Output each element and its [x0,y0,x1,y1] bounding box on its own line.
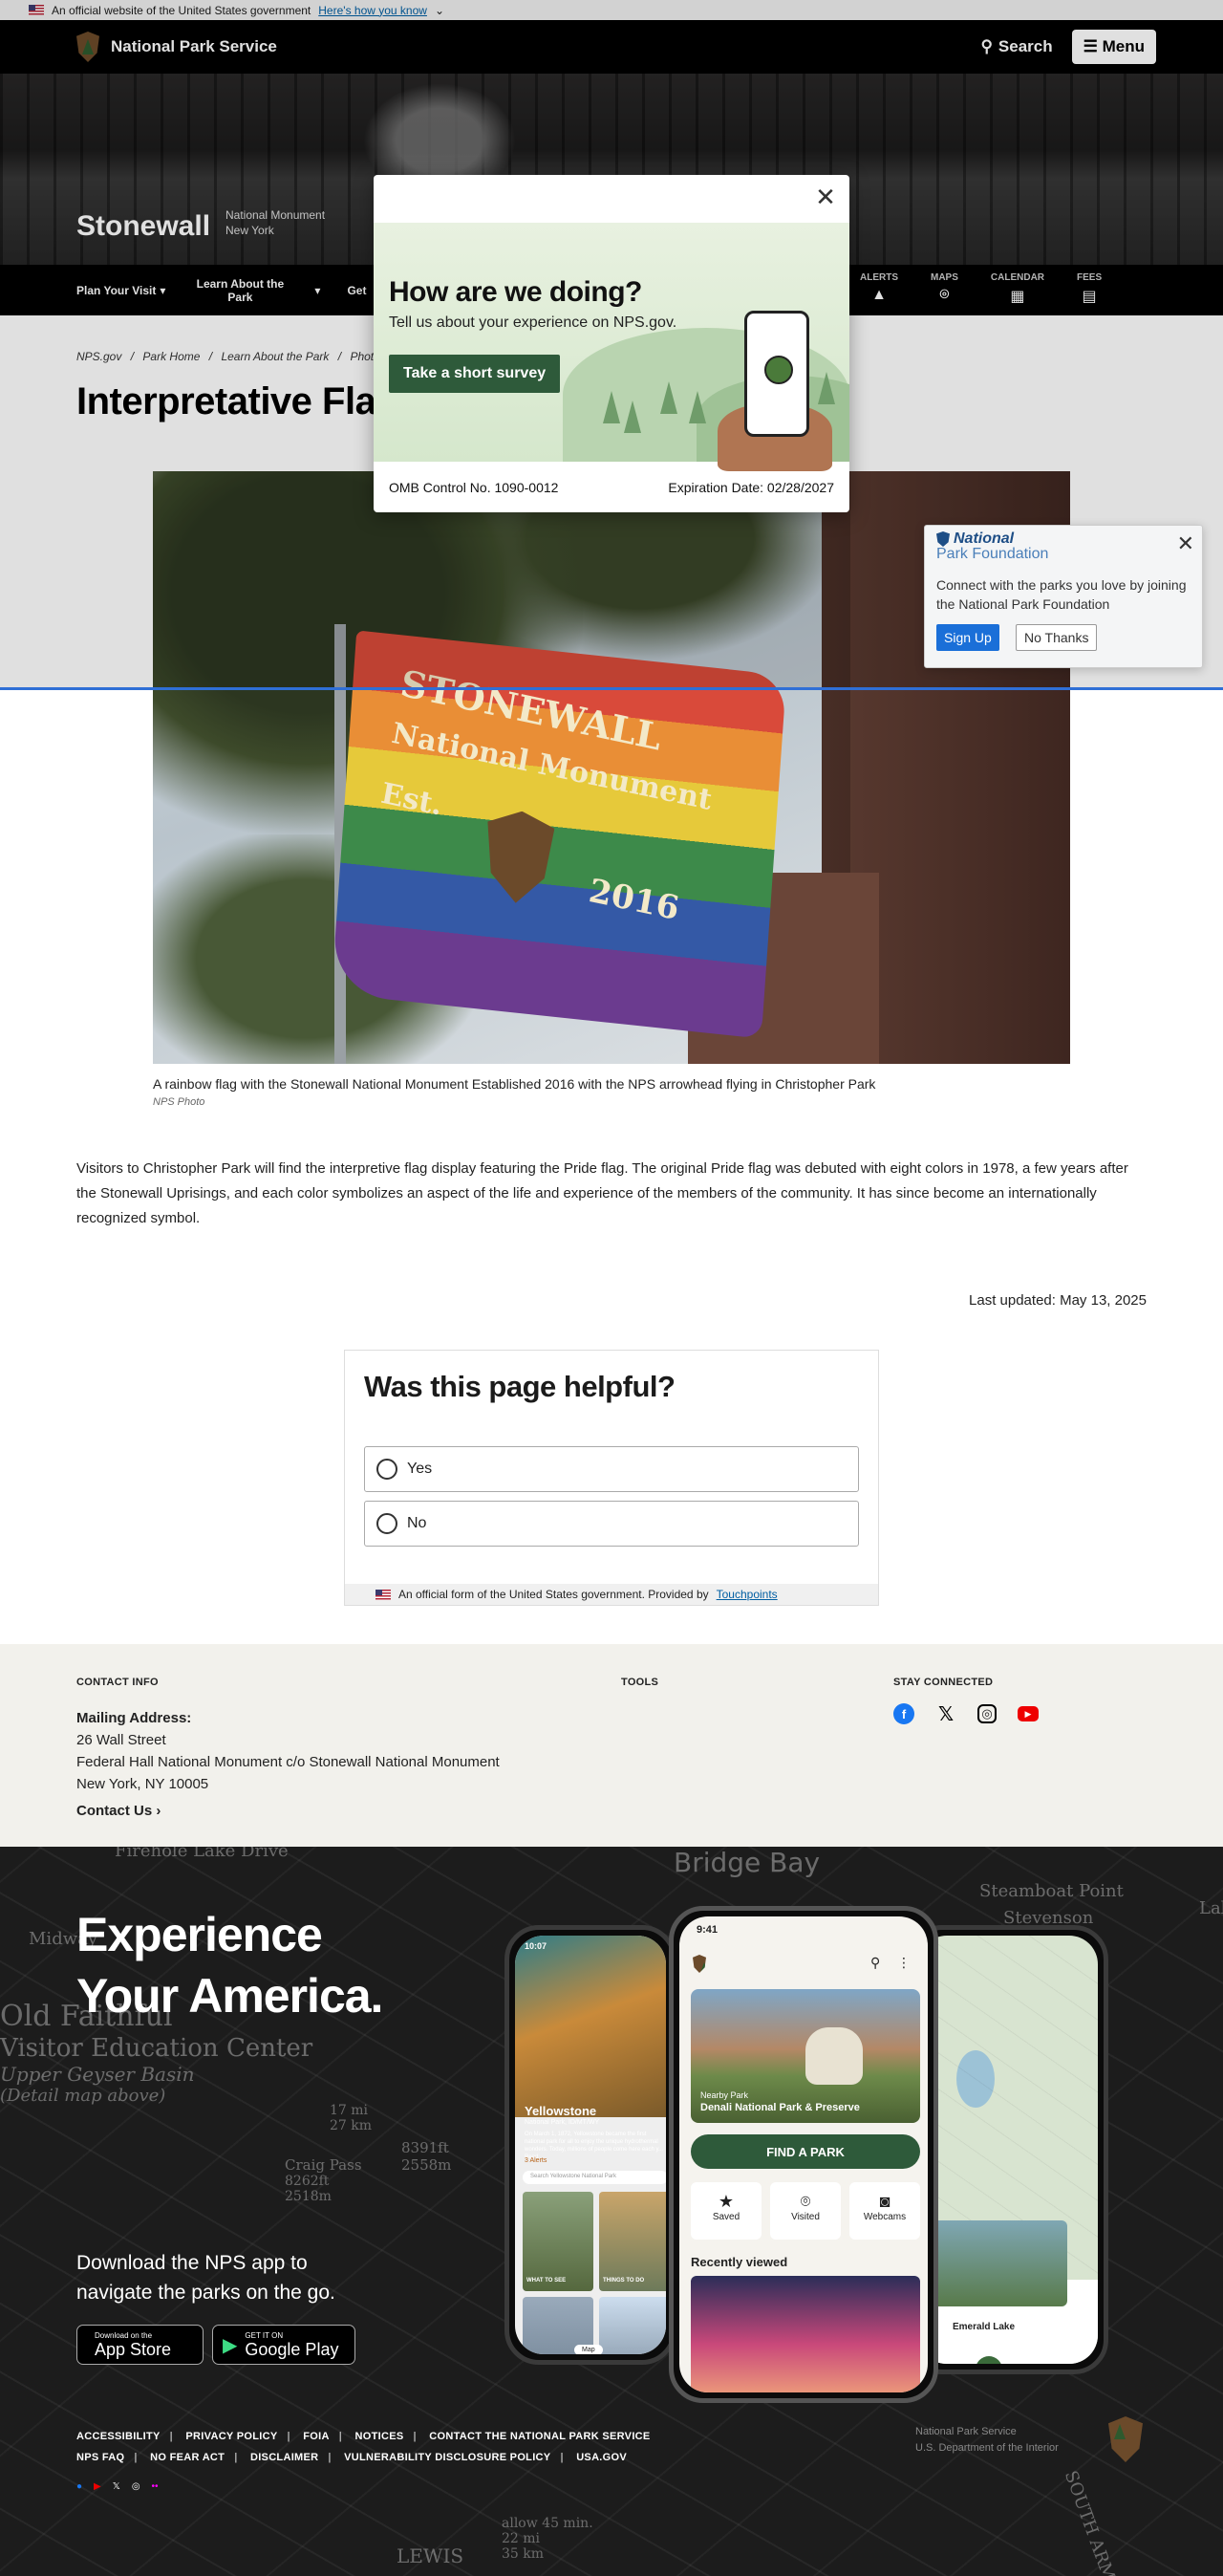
x-icon[interactable]: 𝕏 [113,2481,120,2492]
omb-control-number: OMB Control No. 1090-0012 [389,479,559,495]
photo-credit: NPS Photo [153,1096,205,1108]
notices-link[interactable]: NOTICES [354,2431,403,2442]
last-updated: Last updated: May 13, 2025 [969,1292,1147,1309]
npf-popup: National Park Foundation ✕ Connect with … [924,525,1203,668]
agency-info: National Park Service U.S. Department of … [915,2426,1059,2454]
nps-faq-link[interactable]: NPS FAQ [76,2452,124,2463]
privacy-policy-link[interactable]: PRIVACY POLICY [185,2431,277,2442]
accessibility-link[interactable]: ACCESSIBILITY [76,2431,161,2442]
survey-footer: OMB Control No. 1090-0012 Expiration Dat… [374,462,849,512]
map-label: LEWIS [397,2544,464,2567]
helpful-yes-option[interactable]: Yes [364,1446,859,1492]
us-flag-icon [375,1589,391,1600]
chevron-right-icon: › [156,1803,161,1819]
map-pin-icon: ⌾ [800,2192,811,2211]
contact-nps-link[interactable]: CONTACT THE NATIONAL PARK SERVICE [429,2431,650,2442]
download-app-text: Download the NPS app to navigate the park… [76,2252,335,2304]
google-play-button[interactable]: ▶ GET IT ON Google Play [212,2325,355,2365]
app-store-button[interactable]: Download on the App Store [76,2325,204,2365]
map-label: 22 mi [502,2531,541,2546]
google-play-icon: ▶ [223,2334,238,2356]
npf-logo: National Park Foundation [936,530,1049,562]
map-label: 8391ft [401,2139,449,2156]
body-paragraph: Visitors to Christopher Park will find t… [76,1160,1128,1226]
facebook-icon[interactable]: f [893,1703,914,1724]
map-label: Upper Geyser Basin [0,2063,195,2086]
phone-left: 10:07 Yellowstone National Park, ID/MT/W… [504,1925,676,2365]
survey-title: How are we doing? [389,276,642,308]
usa-gov-link[interactable]: USA.GOV [576,2452,627,2463]
helpful-no-option[interactable]: No [364,1501,859,1547]
no-thanks-button[interactable]: No Thanks [1016,624,1098,651]
footer-social-links: ● ▶ 𝕏 ◎ •• [76,2481,159,2492]
search-icon: ⚲ [870,1955,881,1970]
map-label: Bridge Bay [674,1847,821,1878]
contact-heading: CONTACT INFO [76,1677,159,1688]
accent-line [0,687,1223,690]
map-label: Lake [1199,1898,1223,1918]
map-label: 2518m [285,2189,332,2204]
map-button: Map [574,2345,603,2354]
pride-flag: STONEWALL National Monument Est. 2016 [331,630,787,1039]
youtube-icon[interactable]: ▶ [1018,1706,1039,1721]
take-survey-button[interactable]: Take a short survey [389,355,561,393]
more-icon: ⋮ [897,1955,911,1970]
star-icon: ★ [718,2192,735,2211]
survey-modal: ✕ How are we doing? Tell us about your e… [374,175,849,512]
map-label: (Detail map above) [0,2086,166,2106]
radio-button[interactable] [376,1513,397,1534]
social-links: f 𝕏 ◎ ▶ [893,1703,1039,1725]
map-label: 27 km [330,2118,373,2133]
mailing-address: Mailing Address: 26 Wall Street Federal … [76,1710,500,1792]
phone-center: 9:41 ⚲ ⋮ Nearby Park Denali National Par… [669,1906,938,2403]
app-promo: Firehole Lake Drive Bridge Bay Steamboat… [0,1847,1223,2576]
photo-caption: A rainbow flag with the Stonewall Nation… [153,1076,876,1092]
youtube-icon[interactable]: ▶ [94,2481,101,2492]
site-footer: CONTACT INFO TOOLS STAY CONNECTED Mailin… [0,1644,1223,1847]
face-icon [764,356,793,384]
map-label: Craig Pass [285,2156,362,2174]
survey-subtitle: Tell us about your experience on NPS.gov… [389,314,677,331]
footer-links: ACCESSIBILITY | PRIVACY POLICY | FOIA | NOT… [76,2431,651,2463]
touchpoints-notice: An official form of the United States go… [345,1584,878,1605]
x-icon[interactable]: 𝕏 [935,1703,956,1725]
map-label: Steamboat Point [979,1881,1124,1901]
radio-button[interactable] [376,1459,397,1480]
flickr-icon[interactable]: •• [152,2481,159,2492]
npf-message: Connect with the parks you love by joini… [936,577,1187,612]
webcam-icon: ◙ [879,2192,890,2211]
tools-heading: TOOLS [621,1677,659,1688]
map-label: 35 km [502,2546,545,2562]
foia-link[interactable]: FOIA [303,2431,329,2442]
facebook-icon[interactable]: ● [76,2481,82,2492]
disclaimer-link[interactable]: DISCLAIMER [250,2452,318,2463]
survey-illustration [374,223,849,471]
map-label: 17 mi [330,2103,369,2118]
map-label: 2558m [401,2156,452,2174]
stay-connected-heading: STAY CONNECTED [893,1677,994,1688]
vulnerability-policy-link[interactable]: VULNERABILITY DISCLOSURE POLICY [344,2452,550,2463]
touchpoints-link[interactable]: Touchpoints [717,1588,778,1601]
map-label: Visitor Education Center [0,2034,313,2063]
no-fear-act-link[interactable]: NO FEAR ACT [150,2452,225,2463]
contact-us-link[interactable]: Contact Us › [76,1803,161,1819]
instagram-icon[interactable]: ◎ [977,1704,997,1723]
helpful-form: Was this page helpful? Yes No An officia… [344,1350,879,1606]
sign-up-button[interactable]: Sign Up [936,624,999,651]
map-label: 8262ft [285,2174,330,2189]
npf-arrowhead-icon [936,531,950,547]
find-a-park-button: FIND A PARK [691,2134,920,2169]
expiration-date: Expiration Date: 02/28/2027 [668,479,834,495]
instagram-icon[interactable]: ◎ [132,2481,140,2492]
helpful-title: Was this page helpful? [364,1370,676,1403]
close-icon[interactable]: ✕ [813,184,838,209]
map-label: Firehole Lake Drive [115,1847,289,1861]
experience-title: Experience Your America. [76,1908,383,2023]
map-label: allow 45 min. [502,2516,593,2531]
close-icon[interactable]: ✕ [1177,531,1194,556]
